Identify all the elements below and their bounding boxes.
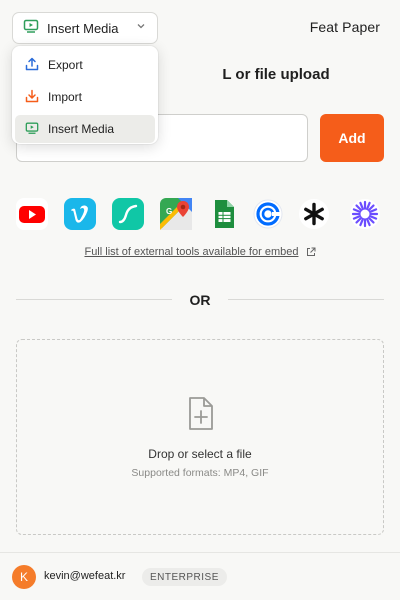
dropzone-subtitle: Supported formats: MP4, GIF xyxy=(131,467,269,479)
youtube-icon[interactable] xyxy=(16,198,48,230)
import-download-icon xyxy=(25,89,39,106)
menu-item-export[interactable]: Export xyxy=(15,51,155,79)
vimeo-icon[interactable] xyxy=(64,198,96,230)
asterisk-icon[interactable] xyxy=(298,198,330,230)
external-tools-link-text: Full list of external tools available fo… xyxy=(84,246,299,258)
slides-icon[interactable] xyxy=(112,198,144,230)
media-monitor-icon xyxy=(25,121,39,138)
external-tools-row: G xyxy=(16,198,384,232)
menu-item-label: Insert Media xyxy=(48,122,115,136)
add-button[interactable]: Add xyxy=(320,114,384,162)
chevron-down-icon xyxy=(135,19,147,37)
menu-item-import[interactable]: Import xyxy=(15,83,155,111)
media-monitor-icon xyxy=(23,18,39,39)
file-dropzone[interactable]: Drop or select a file Supported formats:… xyxy=(16,339,384,535)
file-add-icon xyxy=(185,396,217,437)
mode-select-dropdown[interactable]: Insert Media xyxy=(12,12,158,44)
user-email: kevin@wefeat.kr xyxy=(44,570,126,582)
menu-item-insert-media[interactable]: Insert Media xyxy=(15,115,155,143)
or-label: OR xyxy=(189,292,211,308)
calendly-icon[interactable] xyxy=(252,198,284,230)
menu-item-label: Import xyxy=(48,90,83,104)
mode-select-label: Insert Media xyxy=(47,20,119,36)
google-sheets-icon[interactable] xyxy=(208,198,240,230)
brand-name: Feat Paper xyxy=(309,19,380,35)
dropzone-title: Drop or select a file xyxy=(148,447,252,461)
plan-badge: ENTERPRISE xyxy=(142,568,227,586)
external-tools-link[interactable]: Full list of external tools available fo… xyxy=(0,246,400,260)
external-link-icon xyxy=(306,247,316,260)
menu-item-label: Export xyxy=(48,58,83,72)
avatar[interactable]: K xyxy=(12,565,36,589)
svg-text:G: G xyxy=(166,207,172,216)
export-upload-icon xyxy=(25,57,39,74)
google-maps-icon[interactable]: G xyxy=(160,198,192,230)
footer: K kevin@wefeat.kr ENTERPRISE xyxy=(0,552,400,600)
divider-right xyxy=(228,299,384,300)
mode-dropdown-menu: Export Import Insert Media xyxy=(12,46,158,144)
burst-icon[interactable] xyxy=(349,198,381,230)
